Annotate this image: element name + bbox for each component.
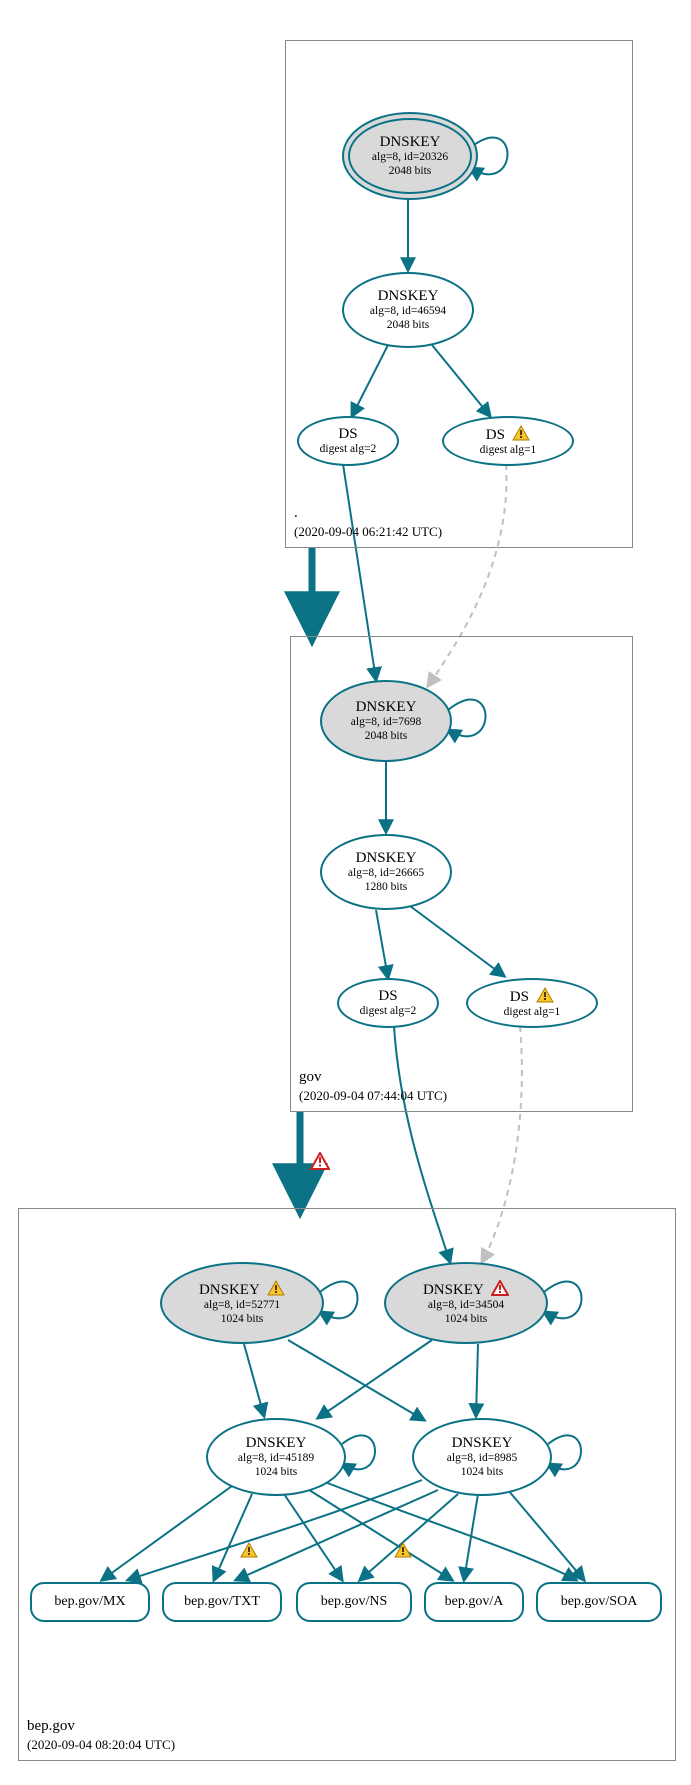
zone-bep-time: (2020-09-04 08:20:04 UTC) (27, 1736, 175, 1754)
node-sub1: digest alg=1 (480, 444, 537, 457)
node-sub2: 1024 bits (461, 1466, 504, 1479)
node-sub1: alg=8, id=20326 (372, 151, 448, 164)
zone-root-label: . (2020-09-04 06:21:42 UTC) (294, 503, 442, 541)
rr-label: bep.gov/A (445, 1594, 504, 1610)
node-title: DNSKEY (452, 1435, 513, 1452)
rr-label: bep.gov/TXT (184, 1594, 260, 1610)
gov-ds2-node: DS digest alg=2 (337, 978, 439, 1028)
zone-bep: bep.gov (2020-09-04 08:20:04 UTC) (18, 1208, 676, 1761)
node-sub1: alg=8, id=7698 (351, 716, 421, 729)
node-sub1: alg=8, id=52771 (204, 1299, 280, 1312)
node-sub1: digest alg=2 (360, 1005, 417, 1018)
root-zsk-node: DNSKEY alg=8, id=46594 2048 bits (342, 272, 474, 348)
zone-bep-label: bep.gov (2020-09-04 08:20:04 UTC) (27, 1716, 175, 1754)
bep-ksk2-node: DNSKEY alg=8, id=34504 1024 bits (384, 1262, 548, 1344)
zone-gov-time: (2020-09-04 07:44:04 UTC) (299, 1087, 447, 1105)
node-title: DNSKEY (246, 1435, 307, 1452)
root-ksk-node: DNSKEY alg=8, id=20326 2048 bits (342, 112, 478, 200)
warning-icon (394, 1542, 414, 1562)
rr-txt: bep.gov/TXT (162, 1582, 282, 1622)
rr-a: bep.gov/A (424, 1582, 524, 1622)
gov-zsk-node: DNSKEY alg=8, id=26665 1280 bits (320, 834, 452, 910)
warning-icon (267, 1280, 285, 1296)
node-sub2: 2048 bits (365, 730, 408, 743)
node-title: DS (486, 427, 505, 443)
node-title: DNSKEY (356, 850, 417, 867)
node-sub2: 2048 bits (387, 319, 430, 332)
warning-icon (536, 987, 554, 1003)
rr-label: bep.gov/SOA (561, 1594, 638, 1610)
node-title: DS (510, 989, 529, 1005)
warning-icon (512, 425, 530, 441)
rr-ns: bep.gov/NS (296, 1582, 412, 1622)
node-title: DNSKEY (380, 134, 441, 151)
error-icon (310, 1152, 330, 1172)
zone-bep-name: bep.gov (27, 1716, 175, 1736)
rr-label: bep.gov/NS (321, 1594, 388, 1610)
node-sub1: alg=8, id=26665 (348, 867, 424, 880)
node-sub2: 2048 bits (389, 165, 432, 178)
zone-root-time: (2020-09-04 06:21:42 UTC) (294, 523, 442, 541)
zone-root-name: . (294, 503, 442, 523)
bep-zsk2-node: DNSKEY alg=8, id=8985 1024 bits (412, 1418, 552, 1496)
rr-soa: bep.gov/SOA (536, 1582, 662, 1622)
node-sub2: 1024 bits (445, 1313, 488, 1326)
node-sub1: digest alg=2 (320, 443, 377, 456)
root-ds2-node: DS digest alg=2 (297, 416, 399, 466)
node-title: DNSKEY (356, 699, 417, 716)
node-title: DS (378, 988, 397, 1005)
gov-ds1-node: DS digest alg=1 (466, 978, 598, 1028)
node-sub1: alg=8, id=46594 (370, 305, 446, 318)
node-sub1: alg=8, id=45189 (238, 1452, 314, 1465)
node-title: DS (338, 426, 357, 443)
rr-label: bep.gov/MX (54, 1594, 125, 1610)
node-title: DNSKEY (378, 288, 439, 305)
warning-icon (240, 1542, 260, 1562)
node-sub1: digest alg=1 (504, 1006, 561, 1019)
error-icon (491, 1280, 509, 1296)
bep-zsk1-node: DNSKEY alg=8, id=45189 1024 bits (206, 1418, 346, 1496)
rr-mx: bep.gov/MX (30, 1582, 150, 1622)
zone-gov-name: gov (299, 1067, 447, 1087)
node-title: DNSKEY (199, 1282, 260, 1298)
node-sub2: 1024 bits (221, 1313, 264, 1326)
node-sub1: alg=8, id=34504 (428, 1299, 504, 1312)
gov-ksk-node: DNSKEY alg=8, id=7698 2048 bits (320, 680, 452, 762)
node-sub2: 1024 bits (255, 1466, 298, 1479)
node-sub2: 1280 bits (365, 881, 408, 894)
root-ds1-node: DS digest alg=1 (442, 416, 574, 466)
zone-gov-label: gov (2020-09-04 07:44:04 UTC) (299, 1067, 447, 1105)
bep-ksk1-node: DNSKEY alg=8, id=52771 1024 bits (160, 1262, 324, 1344)
node-sub1: alg=8, id=8985 (447, 1452, 517, 1465)
node-title: DNSKEY (423, 1282, 484, 1298)
